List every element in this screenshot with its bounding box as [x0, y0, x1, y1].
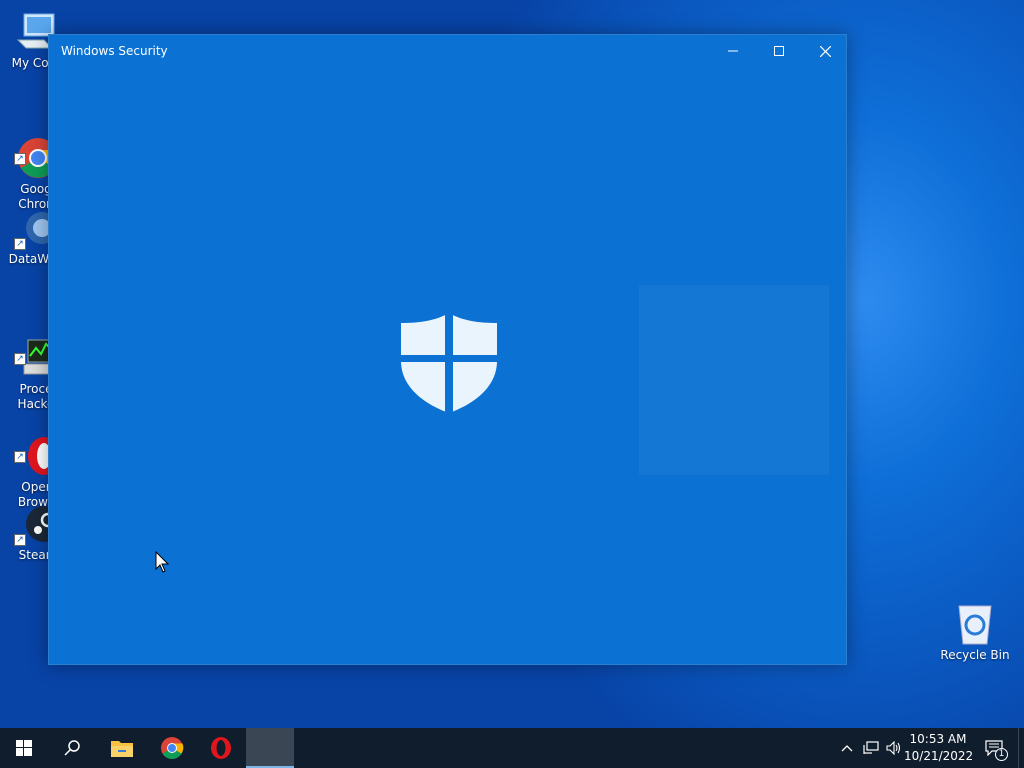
show-desktop-button[interactable] [1018, 728, 1024, 768]
shortcut-arrow-icon: ↗ [14, 534, 26, 546]
chevron-up-icon [841, 745, 853, 752]
volume-button[interactable] [885, 740, 903, 756]
title-bar[interactable]: Windows Security [49, 35, 846, 67]
mouse-cursor-icon [155, 551, 169, 573]
desktop-icon-recycle-bin[interactable]: Recycle Bin [937, 602, 1013, 663]
window-title: Windows Security [61, 44, 168, 58]
taskbar-chrome[interactable] [148, 728, 196, 768]
maximize-icon [774, 46, 784, 56]
close-icon [819, 45, 831, 57]
clock-time: 10:53 AM [909, 732, 967, 746]
chrome-icon [161, 737, 184, 759]
clock-date: 10/21/2022 [904, 749, 974, 763]
maximize-button[interactable] [756, 35, 802, 67]
taskbar: 10:53 AM 10/21/2022 1 [0, 728, 1024, 768]
file-explorer-icon [111, 741, 133, 757]
start-icon [16, 740, 32, 756]
notification-count-badge: 1 [995, 748, 1008, 761]
taskbar-windows-security[interactable] [246, 728, 294, 768]
search-icon [64, 740, 80, 756]
taskbar-clock[interactable]: 10:53 AM 10/21/2022 [904, 731, 974, 765]
network-button[interactable] [862, 740, 880, 756]
shortcut-arrow-icon: ↗ [14, 451, 26, 463]
shortcut-arrow-icon: ↗ [14, 238, 26, 250]
minimize-icon [728, 50, 738, 52]
shortcut-arrow-icon: ↗ [14, 153, 26, 165]
close-button[interactable] [802, 35, 848, 67]
windows-security-shield-icon [399, 311, 499, 415]
splash-background-panel [639, 285, 829, 475]
search-button[interactable] [48, 728, 96, 768]
volume-icon [886, 741, 901, 755]
show-hidden-icons-button[interactable] [838, 740, 856, 756]
shortcut-arrow-icon: ↗ [14, 353, 26, 365]
desktop-icon-label: Recycle Bin [940, 648, 1010, 662]
network-icon [863, 741, 879, 754]
recycle-bin-icon [953, 602, 997, 646]
taskbar-opera[interactable] [197, 728, 245, 768]
action-center-button[interactable]: 1 [984, 739, 1008, 761]
opera-icon [211, 737, 231, 759]
minimize-button[interactable] [710, 35, 756, 67]
desktop: My Com ↗ Goog Chron ↗ DataWag ↗ Proce Ha… [0, 0, 1024, 728]
start-button[interactable] [0, 728, 48, 768]
taskbar-file-explorer[interactable] [98, 728, 146, 768]
